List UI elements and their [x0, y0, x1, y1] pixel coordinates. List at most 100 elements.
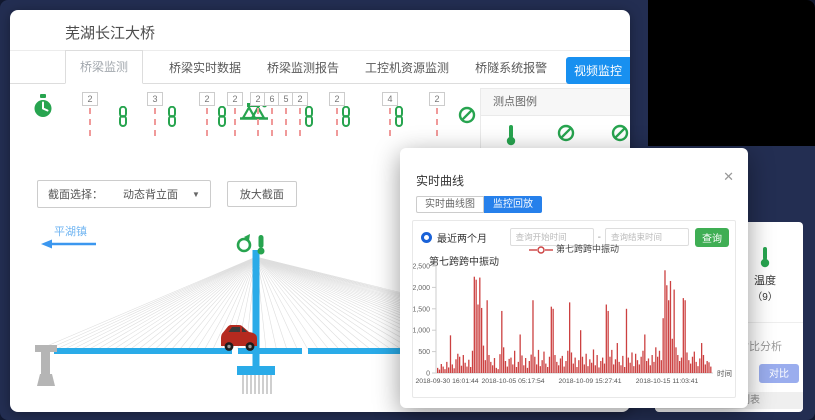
compare-analysis-button[interactable]: 对比分析	[759, 364, 799, 383]
zoom-section-button[interactable]: 放大截面	[227, 181, 297, 207]
sensor-marker-line	[234, 108, 236, 136]
bar	[466, 367, 467, 373]
bar	[655, 347, 656, 373]
chain-icon[interactable]	[166, 106, 178, 127]
dialog-tab-2[interactable]: 监控回放	[484, 196, 542, 213]
bar	[686, 352, 687, 373]
bar	[611, 350, 612, 373]
chain-icon[interactable]	[216, 106, 228, 127]
bar	[503, 347, 504, 373]
sensor-marker-line	[436, 108, 438, 136]
tab-5[interactable]: 桥隧系统报警	[475, 59, 547, 76]
bar	[494, 358, 495, 373]
tab-2[interactable]: 桥梁实时数据	[169, 59, 241, 76]
bar	[576, 367, 577, 373]
thermometer-icon[interactable]	[505, 124, 517, 146]
bar	[468, 360, 469, 373]
bar	[501, 311, 502, 373]
bar	[602, 358, 603, 373]
bar	[454, 368, 455, 373]
bar	[622, 356, 623, 373]
video-monitor-button[interactable]: 视频监控	[566, 57, 630, 84]
bar	[694, 352, 695, 373]
bar	[586, 354, 587, 373]
tab-1[interactable]: 桥梁监测	[65, 50, 143, 84]
bar	[507, 367, 508, 373]
bar	[659, 351, 660, 373]
bar	[485, 360, 486, 373]
sensor-count-badge: 2	[82, 92, 98, 106]
bar	[567, 351, 568, 373]
bar	[703, 355, 704, 373]
bar	[470, 367, 471, 373]
bar	[608, 311, 609, 373]
screen: 芜湖长江大桥 桥梁监测桥梁实时数据桥梁监测报告工控机资源监测桥隧系统报警 视频监…	[0, 0, 815, 420]
bar	[635, 354, 636, 373]
timer-icon[interactable]	[33, 94, 53, 119]
ban-icon[interactable]	[611, 124, 629, 142]
bar	[529, 361, 530, 373]
sensor-count-badge: 3	[147, 92, 163, 106]
bar	[551, 307, 552, 373]
bar	[609, 357, 610, 373]
section-select-value: 动态背立面	[123, 186, 178, 202]
bar	[701, 343, 702, 373]
bar	[437, 368, 438, 373]
temperature-count: （9）	[745, 288, 785, 303]
section-select-dropdown[interactable]: 动态背立面 ▼	[113, 186, 210, 202]
bar	[439, 370, 440, 373]
bar	[554, 355, 555, 373]
bar	[461, 366, 462, 373]
bar	[477, 305, 478, 373]
thermometer-icon[interactable]	[258, 235, 265, 255]
bar	[650, 365, 651, 373]
range-separator: -	[598, 232, 601, 243]
ban-icon[interactable]	[458, 106, 476, 124]
sensor-count-badge: 2	[429, 92, 445, 106]
direction-label: 平湖镇	[54, 224, 87, 238]
bar	[547, 367, 548, 373]
bar	[488, 355, 489, 373]
bar	[543, 352, 544, 373]
thermometer-icon[interactable]	[759, 246, 771, 268]
bar	[589, 359, 590, 373]
chain-icon[interactable]	[340, 106, 352, 127]
bar	[571, 352, 572, 373]
bar	[538, 350, 539, 373]
tab-3[interactable]: 桥梁监测报告	[267, 59, 339, 76]
bar	[521, 355, 522, 373]
bar	[705, 364, 706, 373]
bar	[569, 302, 570, 373]
bar	[675, 347, 676, 373]
bar	[683, 298, 684, 373]
car-illustration	[221, 325, 257, 351]
close-icon[interactable]: ✕	[723, 169, 734, 185]
sensor-marker-line	[336, 108, 338, 136]
bar	[520, 334, 521, 373]
ban-icon[interactable]	[557, 124, 575, 142]
bar	[584, 364, 585, 373]
bar	[663, 318, 664, 373]
recent-two-months-radio[interactable]	[421, 232, 432, 243]
bar	[465, 363, 466, 373]
y-tick-label: 1,000	[413, 328, 430, 335]
rotation-sensor-icon[interactable]	[238, 234, 250, 251]
main-tabs: 桥梁监测 桥梁实时数据 桥梁监测报告 工控机资源监测 桥隧系统报警	[10, 51, 630, 83]
dialog-tab-1[interactable]: 实时曲线图	[416, 196, 484, 213]
bar	[670, 281, 671, 373]
bridge-foundation-piles	[243, 375, 271, 394]
vibration-chart: 05001,0001,5002,0002,5002018-09-30 16:01…	[413, 263, 737, 397]
bar	[606, 305, 607, 373]
bar	[597, 355, 598, 373]
bar	[641, 357, 642, 373]
bar	[685, 300, 686, 373]
bar	[598, 367, 599, 373]
tab-4[interactable]: 工控机资源监测	[365, 59, 449, 76]
chain-icon[interactable]	[117, 106, 129, 127]
sensor-count-badge: 2	[199, 92, 215, 106]
bar	[443, 367, 444, 373]
bar	[575, 358, 576, 373]
chain-icon[interactable]	[303, 106, 315, 127]
bar	[696, 362, 697, 373]
chain-icon[interactable]	[393, 106, 405, 127]
